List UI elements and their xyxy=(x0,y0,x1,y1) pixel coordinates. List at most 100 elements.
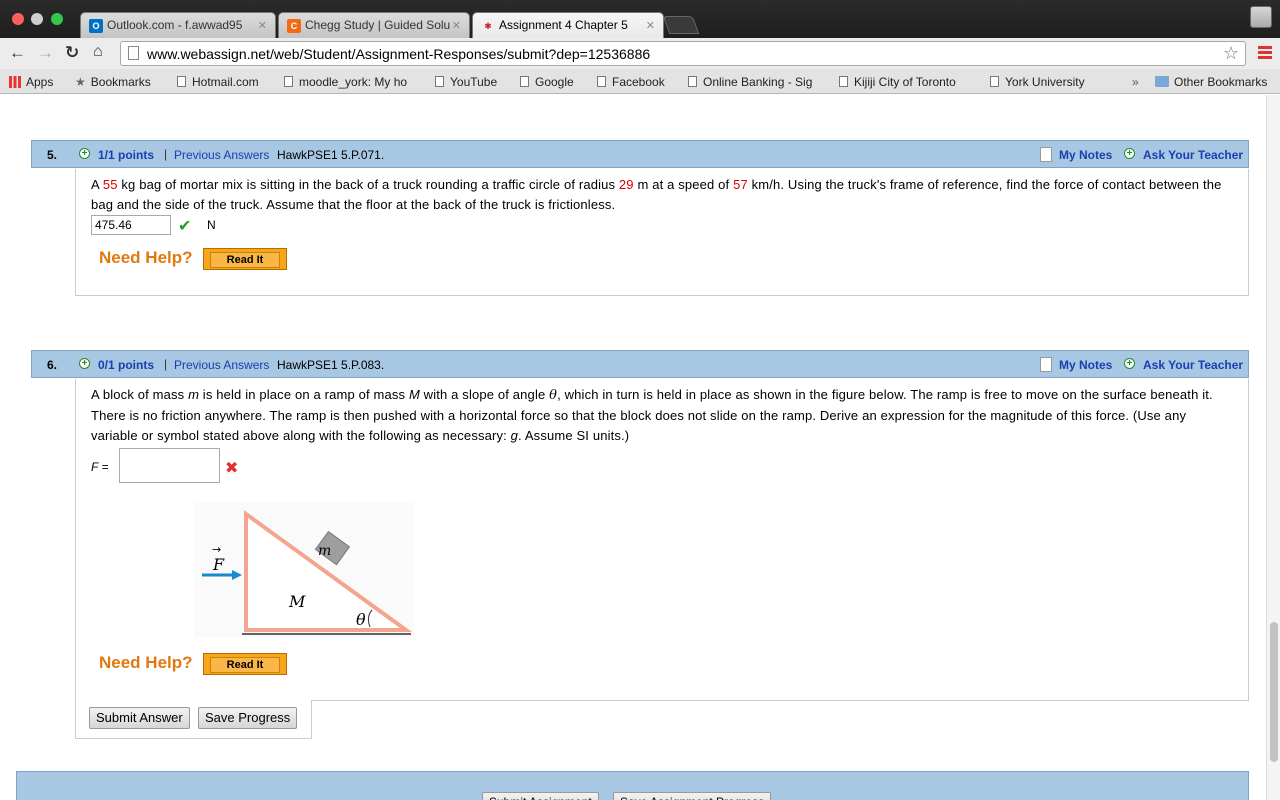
star-icon[interactable]: ☆ xyxy=(1223,43,1239,64)
need-help-label: Need Help? xyxy=(99,653,193,672)
ramp-figure: F → m M θ xyxy=(194,503,414,637)
page-icon xyxy=(177,76,186,87)
question-code: HawkPSE1 5.P.071. xyxy=(277,148,385,162)
read-it-button[interactable]: Read It xyxy=(203,248,287,270)
zoom-window-button[interactable] xyxy=(51,13,63,25)
page-icon xyxy=(839,76,848,87)
answer-input[interactable]: 475.46 xyxy=(91,215,171,235)
read-it-button[interactable]: Read It xyxy=(203,653,287,675)
question-6-body: A block of mass m is held in place on a … xyxy=(75,379,1249,701)
previous-answers-link[interactable]: Previous Answers xyxy=(174,148,269,162)
reload-icon[interactable]: ↻ xyxy=(65,43,79,63)
close-icon[interactable]: ✕ xyxy=(646,19,655,32)
tab-outlook[interactable]: O Outlook.com - f.awwad95 ✕ xyxy=(80,12,276,38)
minimize-window-button[interactable] xyxy=(31,13,43,25)
question-text: A 55 kg bag of mortar mix is sitting in … xyxy=(91,177,1222,212)
bookmarks-overflow-chevron[interactable]: » xyxy=(1132,75,1139,89)
close-icon[interactable]: ✕ xyxy=(452,19,461,32)
bookmark-online-banking[interactable]: Online Banking - Sig xyxy=(688,75,822,89)
question-6-header: 6. + 0/1 points | Previous Answers HawkP… xyxy=(31,350,1249,378)
ask-teacher-plus-icon[interactable]: + xyxy=(1124,148,1135,159)
tab-label: Assignment 4 Chapter 5 xyxy=(499,18,628,32)
bookmark-moodle[interactable]: moodle_york: My ho xyxy=(284,75,422,89)
angle-label: θ xyxy=(356,610,366,629)
assignment-submit-bar: Submit Assignment Save Assignment Progre… xyxy=(16,771,1249,800)
page-icon xyxy=(435,76,444,87)
scrollbar-thumb[interactable] xyxy=(1270,622,1278,762)
question-code: HawkPSE1 5.P.083. xyxy=(277,358,385,372)
close-window-button[interactable] xyxy=(12,13,24,25)
bookmark-kijiji[interactable]: Kijiji City of Toronto xyxy=(839,75,973,89)
answer-actions-panel: Submit Answer Save Progress xyxy=(75,700,312,739)
star-icon: ★ xyxy=(75,75,86,89)
ask-your-teacher-link[interactable]: Ask Your Teacher xyxy=(1143,148,1243,162)
home-icon[interactable]: ⌂ xyxy=(93,43,103,61)
tab-label: Outlook.com - f.awwad95 xyxy=(107,18,243,32)
bookmark-hotmail[interactable]: Hotmail.com xyxy=(177,75,259,89)
need-help-label: Need Help? xyxy=(99,248,193,267)
svg-text:→: → xyxy=(212,543,221,556)
points-link[interactable]: 0/1 points xyxy=(98,358,154,372)
submit-answer-button[interactable]: Submit Answer xyxy=(89,707,190,729)
back-arrow-icon[interactable]: ← xyxy=(9,43,26,63)
tab-assignment[interactable]: ✱ Assignment 4 Chapter 5 ✕ xyxy=(472,12,664,38)
bookmark-google[interactable]: Google xyxy=(520,75,574,89)
bookmark-apps[interactable]: Apps xyxy=(9,75,53,89)
force-label: F xyxy=(212,555,225,574)
question-text: A block of mass m is held in place on a … xyxy=(91,387,1213,443)
question-5-body: A 55 kg bag of mortar mix is sitting in … xyxy=(75,169,1249,296)
menu-icon[interactable] xyxy=(1258,46,1272,60)
tab-chegg[interactable]: C Chegg Study | Guided Solu ✕ xyxy=(278,12,470,38)
separator: | xyxy=(164,357,168,371)
outlook-icon: O xyxy=(89,19,103,33)
question-5-header: 5. + 1/1 points | Previous Answers HawkP… xyxy=(31,140,1249,168)
submit-assignment-button[interactable]: Submit Assignment xyxy=(482,792,599,800)
page-icon xyxy=(688,76,697,87)
tab-label: Chegg Study | Guided Solu xyxy=(305,18,451,32)
browser-toolbar: ← → ↻ ⌂ www.webassign.net/web/Student/As… xyxy=(0,38,1280,69)
answer-input[interactable] xyxy=(119,448,220,483)
mass-value: 55 xyxy=(102,177,118,192)
question-number: 6. xyxy=(47,358,58,372)
separator: | xyxy=(164,147,168,161)
question-number: 5. xyxy=(47,148,58,162)
my-notes-link[interactable]: My Notes xyxy=(1059,148,1112,162)
block-label: m xyxy=(318,543,331,559)
close-icon[interactable]: ✕ xyxy=(258,19,267,32)
bookmark-youtube[interactable]: YouTube xyxy=(435,75,497,89)
page-icon xyxy=(284,76,293,87)
page-content: 5. + 1/1 points | Previous Answers HawkP… xyxy=(0,95,1266,800)
page-scrollbar[interactable] xyxy=(1266,95,1280,800)
forward-arrow-icon[interactable]: → xyxy=(37,43,54,63)
points-link[interactable]: 1/1 points xyxy=(98,148,154,162)
bookmark-bookmarks[interactable]: ★ Bookmarks xyxy=(75,75,151,89)
my-notes-link[interactable]: My Notes xyxy=(1059,358,1112,372)
bookmarks-bar: Apps ★ Bookmarks Hotmail.com moodle_york:… xyxy=(0,69,1280,94)
apps-icon xyxy=(9,76,21,88)
ask-your-teacher-link[interactable]: Ask Your Teacher xyxy=(1143,358,1243,372)
save-assignment-progress-button[interactable]: Save Assignment Progress xyxy=(613,792,772,800)
address-bar[interactable]: www.webassign.net/web/Student/Assignment… xyxy=(120,41,1246,66)
incorrect-x-icon: ✖ xyxy=(225,460,239,477)
browser-tab-strip: O Outlook.com - f.awwad95 ✕ C Chegg Stud… xyxy=(0,0,1280,38)
address-url: www.webassign.net/web/Student/Assignment… xyxy=(147,46,651,62)
ask-teacher-plus-icon[interactable]: + xyxy=(1124,358,1135,369)
page-icon xyxy=(520,76,529,87)
new-tab-button[interactable] xyxy=(662,16,700,34)
save-progress-button[interactable]: Save Progress xyxy=(198,707,298,729)
answer-label: F = xyxy=(91,460,109,474)
page-icon xyxy=(990,76,999,87)
notes-icon[interactable] xyxy=(1040,357,1052,372)
previous-answers-link[interactable]: Previous Answers xyxy=(174,358,269,372)
check-icon: ✔ xyxy=(178,218,192,235)
expand-plus-icon[interactable]: + xyxy=(79,148,90,159)
profile-icon[interactable] xyxy=(1250,6,1272,28)
chegg-icon: C xyxy=(287,19,301,33)
page-icon xyxy=(597,76,606,87)
bookmark-facebook[interactable]: Facebook xyxy=(597,75,665,89)
bookmark-york[interactable]: York University xyxy=(990,75,1085,89)
expand-plus-icon[interactable]: + xyxy=(79,358,90,369)
notes-icon[interactable] xyxy=(1040,147,1052,162)
radius-value: 29 xyxy=(618,177,634,192)
bookmark-other[interactable]: Other Bookmarks xyxy=(1155,75,1267,89)
